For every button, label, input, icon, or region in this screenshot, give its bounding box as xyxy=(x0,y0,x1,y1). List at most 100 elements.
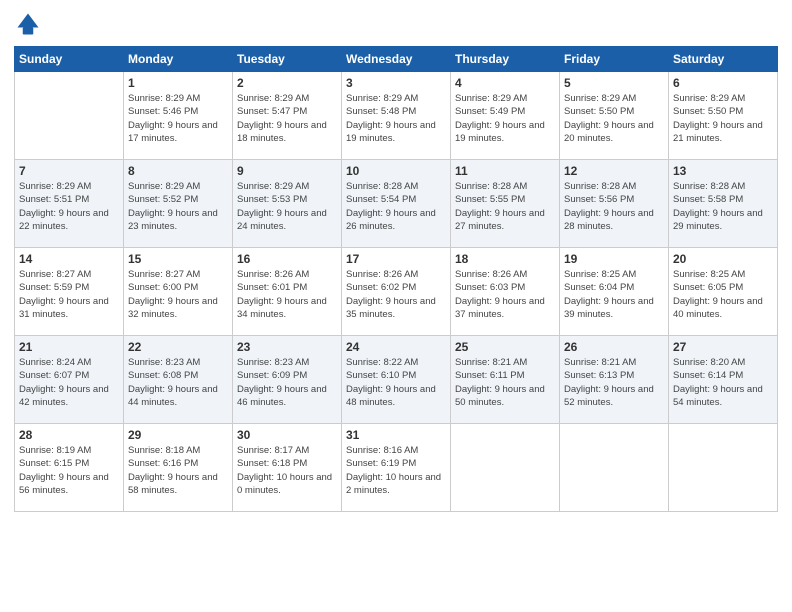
day-of-week-header: Friday xyxy=(560,47,669,72)
calendar-cell: 5 Sunrise: 8:29 AMSunset: 5:50 PMDaylight… xyxy=(560,72,669,160)
day-info: Sunrise: 8:26 AMSunset: 6:02 PMDaylight:… xyxy=(346,268,446,321)
calendar-cell: 12 Sunrise: 8:28 AMSunset: 5:56 PMDayligh… xyxy=(560,160,669,248)
calendar-cell: 26Sunrise: 8:21 AMSunset: 6:13 PMDayligh… xyxy=(560,336,669,424)
calendar-cell: 15 Sunrise: 8:27 AMSunset: 6:00 PMDayligh… xyxy=(124,248,233,336)
day-number: 11 xyxy=(455,164,555,178)
day-info: Sunrise: 8:29 AMSunset: 5:49 PMDaylight:… xyxy=(455,92,555,145)
calendar-week-row: 7 Sunrise: 8:29 AMSunset: 5:51 PMDaylight… xyxy=(15,160,778,248)
day-info: Sunrise: 8:27 AMSunset: 5:59 PMDaylight:… xyxy=(19,268,119,321)
day-of-week-header: Monday xyxy=(124,47,233,72)
day-info: Sunrise: 8:29 AMSunset: 5:50 PMDaylight:… xyxy=(564,92,664,145)
calendar-cell: 18Sunrise: 8:26 AMSunset: 6:03 PMDayligh… xyxy=(451,248,560,336)
day-info: Sunrise: 8:17 AMSunset: 6:18 PMDaylight:… xyxy=(237,444,337,497)
day-number: 14 xyxy=(19,252,119,266)
calendar-cell: 8 Sunrise: 8:29 AMSunset: 5:52 PMDaylight… xyxy=(124,160,233,248)
day-info: Sunrise: 8:29 AMSunset: 5:53 PMDaylight:… xyxy=(237,180,337,233)
day-info: Sunrise: 8:25 AMSunset: 6:05 PMDaylight:… xyxy=(673,268,773,321)
day-of-week-header: Tuesday xyxy=(233,47,342,72)
calendar-cell: 24 Sunrise: 8:22 AMSunset: 6:10 PMDayligh… xyxy=(342,336,451,424)
day-info: Sunrise: 8:22 AMSunset: 6:10 PMDaylight:… xyxy=(346,356,446,409)
day-number: 13 xyxy=(673,164,773,178)
day-number: 3 xyxy=(346,76,446,90)
day-number: 5 xyxy=(564,76,664,90)
calendar-cell: 4 Sunrise: 8:29 AMSunset: 5:49 PMDaylight… xyxy=(451,72,560,160)
day-number: 7 xyxy=(19,164,119,178)
calendar-week-row: 14 Sunrise: 8:27 AMSunset: 5:59 PMDayligh… xyxy=(15,248,778,336)
day-number: 31 xyxy=(346,428,446,442)
day-info: Sunrise: 8:18 AMSunset: 6:16 PMDaylight:… xyxy=(128,444,228,497)
day-info: Sunrise: 8:25 AMSunset: 6:04 PMDaylight:… xyxy=(564,268,664,321)
day-number: 19 xyxy=(564,252,664,266)
calendar-cell xyxy=(15,72,124,160)
day-info: Sunrise: 8:21 AMSunset: 6:13 PMDaylight:… xyxy=(564,356,664,409)
logo-icon xyxy=(14,10,42,38)
calendar-cell: 22 Sunrise: 8:23 AMSunset: 6:08 PMDayligh… xyxy=(124,336,233,424)
day-number: 23 xyxy=(237,340,337,354)
day-of-week-header: Wednesday xyxy=(342,47,451,72)
calendar-table: SundayMondayTuesdayWednesdayThursdayFrid… xyxy=(14,46,778,512)
day-info: Sunrise: 8:23 AMSunset: 6:09 PMDaylight:… xyxy=(237,356,337,409)
calendar-cell: 2Sunrise: 8:29 AMSunset: 5:47 PMDaylight… xyxy=(233,72,342,160)
calendar-cell: 6 Sunrise: 8:29 AMSunset: 5:50 PMDaylight… xyxy=(669,72,778,160)
day-info: Sunrise: 8:29 AMSunset: 5:47 PMDaylight:… xyxy=(237,92,337,145)
day-number: 24 xyxy=(346,340,446,354)
calendar-cell: 3 Sunrise: 8:29 AMSunset: 5:48 PMDaylight… xyxy=(342,72,451,160)
day-info: Sunrise: 8:29 AMSunset: 5:52 PMDaylight:… xyxy=(128,180,228,233)
day-info: Sunrise: 8:21 AMSunset: 6:11 PMDaylight:… xyxy=(455,356,555,409)
day-number: 18 xyxy=(455,252,555,266)
calendar-cell: 21 Sunrise: 8:24 AMSunset: 6:07 PMDayligh… xyxy=(15,336,124,424)
day-number: 8 xyxy=(128,164,228,178)
day-of-week-header: Sunday xyxy=(15,47,124,72)
day-number: 15 xyxy=(128,252,228,266)
calendar-cell: 1Sunrise: 8:29 AMSunset: 5:46 PMDaylight… xyxy=(124,72,233,160)
calendar-cell: 30 Sunrise: 8:17 AMSunset: 6:18 PMDayligh… xyxy=(233,424,342,512)
day-info: Sunrise: 8:16 AMSunset: 6:19 PMDaylight:… xyxy=(346,444,446,497)
day-number: 21 xyxy=(19,340,119,354)
logo xyxy=(14,10,46,38)
day-number: 30 xyxy=(237,428,337,442)
day-number: 25 xyxy=(455,340,555,354)
day-number: 27 xyxy=(673,340,773,354)
calendar-cell: 16Sunrise: 8:26 AMSunset: 6:01 PMDayligh… xyxy=(233,248,342,336)
day-info: Sunrise: 8:27 AMSunset: 6:00 PMDaylight:… xyxy=(128,268,228,321)
day-info: Sunrise: 8:23 AMSunset: 6:08 PMDaylight:… xyxy=(128,356,228,409)
calendar-week-row: 21 Sunrise: 8:24 AMSunset: 6:07 PMDayligh… xyxy=(15,336,778,424)
day-info: Sunrise: 8:19 AMSunset: 6:15 PMDaylight:… xyxy=(19,444,119,497)
calendar-cell: 7 Sunrise: 8:29 AMSunset: 5:51 PMDaylight… xyxy=(15,160,124,248)
calendar-cell: 9 Sunrise: 8:29 AMSunset: 5:53 PMDaylight… xyxy=(233,160,342,248)
calendar-cell: 31 Sunrise: 8:16 AMSunset: 6:19 PMDayligh… xyxy=(342,424,451,512)
day-number: 16 xyxy=(237,252,337,266)
calendar-cell: 13Sunrise: 8:28 AMSunset: 5:58 PMDayligh… xyxy=(669,160,778,248)
calendar-week-row: 28 Sunrise: 8:19 AMSunset: 6:15 PMDayligh… xyxy=(15,424,778,512)
day-info: Sunrise: 8:24 AMSunset: 6:07 PMDaylight:… xyxy=(19,356,119,409)
day-info: Sunrise: 8:28 AMSunset: 5:55 PMDaylight:… xyxy=(455,180,555,233)
day-info: Sunrise: 8:29 AMSunset: 5:48 PMDaylight:… xyxy=(346,92,446,145)
day-info: Sunrise: 8:29 AMSunset: 5:46 PMDaylight:… xyxy=(128,92,228,145)
calendar-cell: 28 Sunrise: 8:19 AMSunset: 6:15 PMDayligh… xyxy=(15,424,124,512)
day-number: 9 xyxy=(237,164,337,178)
calendar-cell: 25 Sunrise: 8:21 AMSunset: 6:11 PMDayligh… xyxy=(451,336,560,424)
day-info: Sunrise: 8:29 AMSunset: 5:51 PMDaylight:… xyxy=(19,180,119,233)
days-header-row: SundayMondayTuesdayWednesdayThursdayFrid… xyxy=(15,47,778,72)
day-number: 17 xyxy=(346,252,446,266)
calendar-cell xyxy=(560,424,669,512)
day-of-week-header: Thursday xyxy=(451,47,560,72)
calendar-cell xyxy=(669,424,778,512)
day-info: Sunrise: 8:20 AMSunset: 6:14 PMDaylight:… xyxy=(673,356,773,409)
calendar-week-row: 1Sunrise: 8:29 AMSunset: 5:46 PMDaylight… xyxy=(15,72,778,160)
calendar-container: SundayMondayTuesdayWednesdayThursdayFrid… xyxy=(0,0,792,522)
day-info: Sunrise: 8:29 AMSunset: 5:50 PMDaylight:… xyxy=(673,92,773,145)
day-number: 6 xyxy=(673,76,773,90)
calendar-cell: 27 Sunrise: 8:20 AMSunset: 6:14 PMDayligh… xyxy=(669,336,778,424)
day-number: 28 xyxy=(19,428,119,442)
calendar-cell: 10Sunrise: 8:28 AMSunset: 5:54 PMDayligh… xyxy=(342,160,451,248)
calendar-cell: 14 Sunrise: 8:27 AMSunset: 5:59 PMDayligh… xyxy=(15,248,124,336)
day-number: 4 xyxy=(455,76,555,90)
day-info: Sunrise: 8:28 AMSunset: 5:54 PMDaylight:… xyxy=(346,180,446,233)
calendar-cell: 11 Sunrise: 8:28 AMSunset: 5:55 PMDayligh… xyxy=(451,160,560,248)
day-number: 12 xyxy=(564,164,664,178)
day-number: 22 xyxy=(128,340,228,354)
calendar-cell: 17 Sunrise: 8:26 AMSunset: 6:02 PMDayligh… xyxy=(342,248,451,336)
day-info: Sunrise: 8:28 AMSunset: 5:56 PMDaylight:… xyxy=(564,180,664,233)
calendar-cell: 23 Sunrise: 8:23 AMSunset: 6:09 PMDayligh… xyxy=(233,336,342,424)
